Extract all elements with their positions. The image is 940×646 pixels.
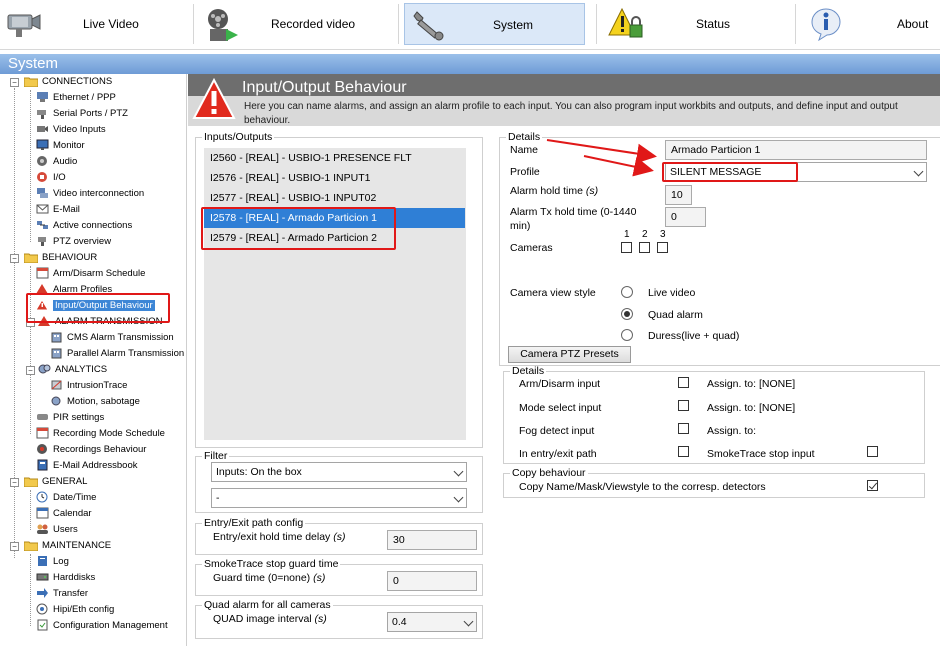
annotation-arrow-profile [583,155,654,177]
annotation-arrows [546,139,657,177]
annotation-arrow-name [546,139,657,164]
